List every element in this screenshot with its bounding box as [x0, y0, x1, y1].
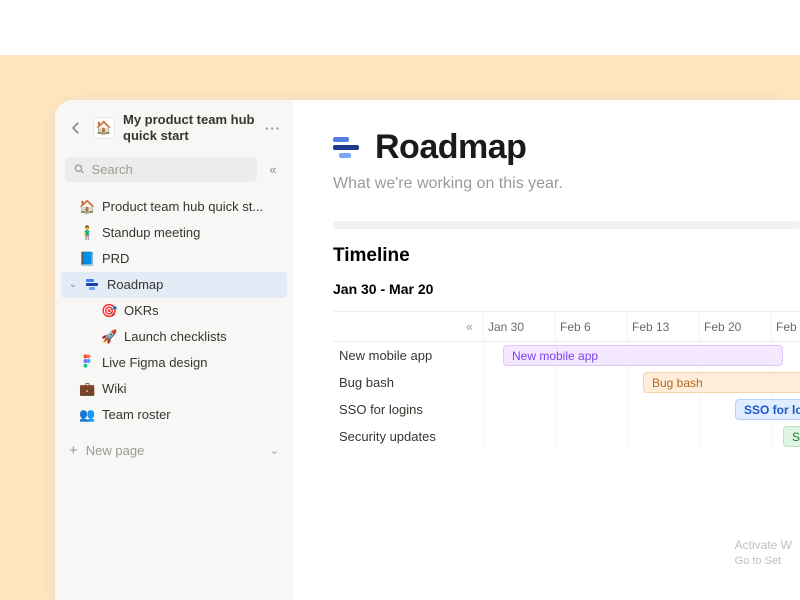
section-divider — [333, 221, 800, 229]
timeline-chart[interactable]: Jan 30 Feb 6 Feb 13 Feb 20 Feb 27 New mo… — [483, 312, 800, 450]
sidebar-item-label: Wiki — [102, 381, 279, 396]
sidebar-item-launch-checklists[interactable]: 🚀 Launch checklists — [61, 324, 287, 350]
timeline-task-label[interactable]: Bug bash — [333, 369, 483, 396]
rocket-icon: 🚀 — [101, 329, 117, 345]
sidebar-item-prd[interactable]: 📘 PRD — [61, 246, 287, 272]
workspace-more-button[interactable]: ··· — [263, 121, 283, 136]
target-icon: 🎯 — [101, 303, 117, 319]
back-arrow-icon[interactable] — [67, 119, 85, 137]
figma-icon — [79, 354, 95, 371]
main-content: Roadmap What we're working on this year.… — [293, 100, 800, 600]
timeline-row: New mobile app — [483, 342, 800, 369]
timeline-date: Feb 6 — [555, 312, 627, 341]
sidebar-header: 🏠 My product team hub quick start ··· — [55, 100, 293, 151]
sidebar-item-label: Live Figma design — [102, 355, 279, 370]
house-icon: 🏠 — [79, 199, 95, 215]
timeline-bar-label: Se — [792, 430, 800, 444]
timeline-task-label[interactable]: SSO for logins — [333, 396, 483, 423]
timeline-bar-mobile-app[interactable]: New mobile app — [503, 345, 783, 366]
timeline-date: Feb 13 — [627, 312, 699, 341]
timeline-bar-label: New mobile app — [512, 349, 598, 363]
sidebar: 🏠 My product team hub quick start ··· « … — [55, 100, 293, 600]
timeline-collapse-button[interactable]: « — [333, 312, 483, 342]
timeline-task-label[interactable]: Security updates — [333, 423, 483, 450]
page-title-row: Roadmap — [333, 128, 800, 167]
sidebar-item-product-team-hub[interactable]: 🏠 Product team hub quick st... — [61, 194, 287, 220]
person-icon: 🧍‍♂️ — [79, 225, 95, 241]
people-icon: 👥 — [79, 407, 95, 423]
timeline-bar-label: SSO for logins — [744, 403, 800, 417]
sidebar-item-label: Product team hub quick st... — [102, 199, 279, 214]
search-row: « — [55, 151, 293, 192]
timeline-bar-bug-bash[interactable]: Bug bash — [643, 372, 800, 393]
sidebar-item-label: Team roster — [102, 407, 279, 422]
timeline-task-list: « New mobile app Bug bash SSO for logins… — [333, 312, 483, 450]
workspace-title[interactable]: My product team hub quick start — [123, 112, 255, 145]
sidebar-item-figma[interactable]: Live Figma design — [61, 350, 287, 376]
watermark: Activate W Go to Set — [735, 538, 792, 568]
workspace-icon[interactable]: 🏠 — [93, 117, 115, 139]
timeline-bar-label: Bug bash — [652, 376, 703, 390]
timeline-heading: Timeline — [333, 245, 800, 267]
search-box[interactable] — [65, 157, 257, 182]
sidebar-item-label: Launch checklists — [124, 329, 279, 344]
timeline-date: Jan 30 — [483, 312, 555, 341]
timeline-row: SSO for logins — [483, 396, 800, 423]
timeline-bar-security[interactable]: Se — [783, 426, 800, 447]
search-icon — [73, 162, 86, 176]
page-subtitle: What we're working on this year. — [333, 175, 800, 193]
doc-icon: 📘 — [79, 251, 95, 267]
sidebar-item-label: PRD — [102, 251, 279, 266]
timeline-task-label[interactable]: New mobile app — [333, 342, 483, 369]
timeline-date: Feb 27 — [771, 312, 800, 341]
sidebar-item-team-roster[interactable]: 👥 Team roster — [61, 402, 287, 428]
sidebar-item-label: Roadmap — [107, 277, 279, 292]
timeline-row: Bug bash — [483, 369, 800, 396]
sidebar-item-label: Standup meeting — [102, 225, 279, 240]
sidebar-item-wiki[interactable]: 💼 Wiki — [61, 376, 287, 402]
page-title: Roadmap — [375, 128, 526, 167]
app-window: 🏠 My product team hub quick start ··· « … — [55, 100, 800, 600]
timeline-rows: New mobile app Bug bash SSO for logins — [483, 342, 800, 450]
collapse-sidebar-button[interactable]: « — [263, 159, 283, 179]
timeline-date-header: Jan 30 Feb 6 Feb 13 Feb 20 Feb 27 — [483, 312, 800, 342]
timeline-row: Se — [483, 423, 800, 450]
sidebar-item-okrs[interactable]: 🎯 OKRs — [61, 298, 287, 324]
sidebar-item-roadmap[interactable]: ⌄ Roadmap — [61, 272, 287, 298]
roadmap-icon — [86, 279, 100, 291]
sidebar-item-standup[interactable]: 🧍‍♂️ Standup meeting — [61, 220, 287, 246]
briefcase-icon: 💼 — [79, 381, 95, 397]
timeline-date: Feb 20 — [699, 312, 771, 341]
timeline-range: Jan 30 - Mar 20 — [333, 281, 800, 297]
chevron-down-icon: ⌄ — [270, 444, 279, 457]
timeline-bar-sso[interactable]: SSO for logins — [735, 399, 800, 420]
new-page-label: New page — [86, 443, 145, 458]
chevron-down-icon[interactable]: ⌄ — [67, 279, 79, 290]
roadmap-icon — [333, 136, 361, 160]
sidebar-item-label: OKRs — [124, 303, 279, 318]
new-page-button[interactable]: + New page ⌄ — [55, 436, 293, 465]
timeline: « New mobile app Bug bash SSO for logins… — [333, 311, 800, 450]
page-tree: 🏠 Product team hub quick st... 🧍‍♂️ Stan… — [55, 192, 293, 430]
search-input[interactable] — [92, 162, 249, 177]
plus-icon: + — [69, 442, 78, 459]
